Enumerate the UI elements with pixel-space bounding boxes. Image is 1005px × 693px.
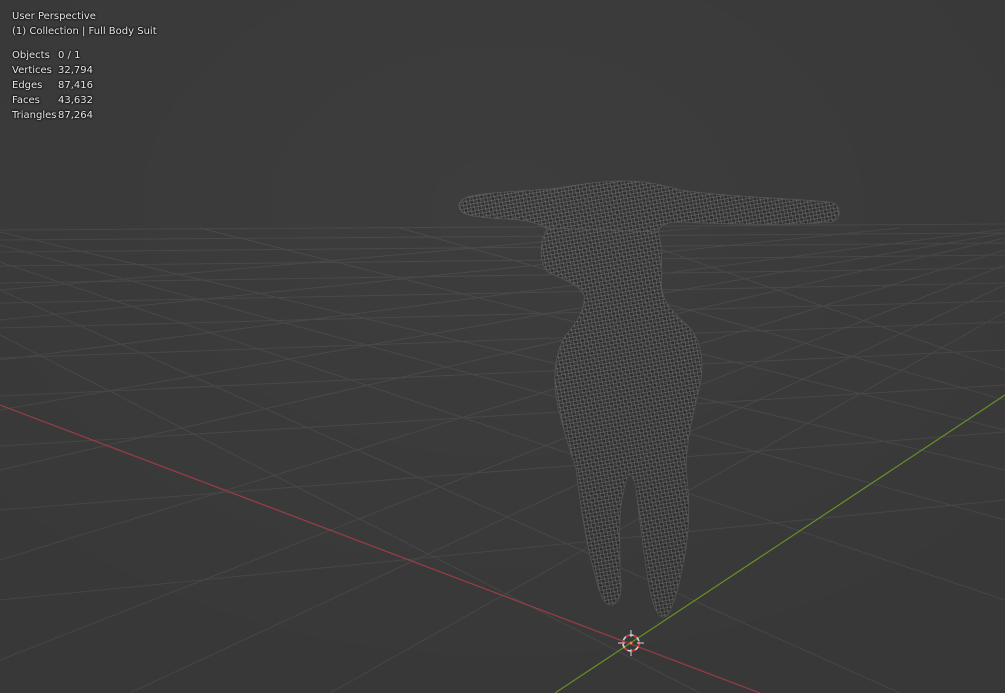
collection-info: (1) Collection | Full Body Suit [12, 26, 157, 37]
stat-label: Objects [12, 50, 50, 61]
stat-value: 87,416 [58, 80, 93, 91]
stat-label: Faces [12, 95, 40, 106]
stat-row-objects: Objects 0 / 1 [12, 48, 157, 63]
stat-value: 43,632 [58, 95, 93, 106]
viewport-text-overlay: User Perspective (1) Collection | Full B… [12, 9, 157, 123]
stat-label: Triangles [12, 110, 57, 121]
stat-value: 87,264 [58, 110, 93, 121]
stat-row-triangles: Triangles 87,264 [12, 108, 157, 123]
3d-viewport[interactable]: User Perspective (1) Collection | Full B… [0, 0, 1005, 693]
stat-value: 0 / 1 [58, 50, 81, 61]
view-name: User Perspective [12, 11, 96, 22]
stat-row-edges: Edges 87,416 [12, 78, 157, 93]
stat-row-vertices: Vertices 32,794 [12, 63, 157, 78]
stat-label: Vertices [12, 65, 52, 76]
stat-value: 32,794 [58, 65, 93, 76]
stat-label: Edges [12, 80, 43, 91]
scene-statistics: Objects 0 / 1 Vertices 32,794 Edges 87,4… [12, 48, 157, 123]
stat-row-faces: Faces 43,632 [12, 93, 157, 108]
